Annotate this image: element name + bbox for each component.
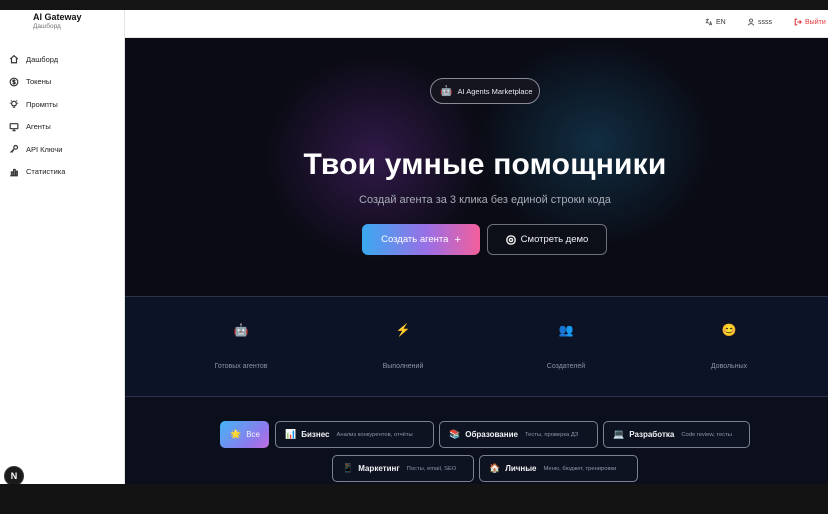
sidebar-item-label: Промпты [26,99,58,109]
app-screen: AI Gateway Дашборд Дашборд Токены Промпт… [0,0,828,514]
sidebar: AI Gateway Дашборд Дашборд Токены Промпт… [0,10,125,486]
sidebar-item-label: Дашборд [26,54,59,64]
category-description: Тесты, проверка ДЗ [524,431,579,438]
category-chip-education[interactable]: 📚 Образование Тесты, проверка ДЗ [439,421,598,448]
watch-demo-label: Смотреть демо [520,234,589,245]
sidebar-item-dashboard[interactable]: Дашборд [0,48,125,71]
language-label: EN [716,18,726,26]
category-description: Анализ конкурентов, отчёты [336,431,413,438]
category-chip-development[interactable]: 💻 Разработка Code review, тесты [603,421,750,448]
robot-icon: 🤖 [440,85,453,97]
monitor-icon [9,122,19,131]
stat-creators: 👥 Создателей [506,297,626,397]
category-name: Личные [505,464,537,473]
key-icon [10,145,19,154]
dollar-icon [9,77,19,87]
plus-icon: + [454,233,461,246]
sidebar-item-label: Токены [26,77,52,87]
create-agent-label: Создать агента [381,234,449,245]
smile-icon: 😊 [721,323,737,337]
sidebar-item-prompts[interactable]: Промпты [0,93,125,116]
brand-subtitle: Дашборд [33,23,61,30]
hero-subtitle: Создай агента за 3 клика без единой стро… [359,194,611,206]
lightning-icon: ⚡ [395,323,411,337]
bottom-frame [0,484,828,514]
category-chip-all[interactable]: 🌟 Все [220,421,269,448]
category-name: Разработка [629,430,675,439]
stat-label: Готовых агентов [214,363,268,370]
logout-label: Выйти [805,18,826,26]
next-dev-indicator-button[interactable]: N [4,466,24,486]
user-icon [747,18,755,26]
stat-satisfied: 😊 Довольных [669,297,789,397]
sidebar-item-label: API Ключи [26,144,63,154]
sidebar-item-statistics[interactable]: Статистика [0,161,125,184]
category-chip-business[interactable]: 📊 Бизнес Анализ конкурентов, отчёты [275,421,434,448]
username: ssss [758,18,772,26]
category-description: Посты, email, SEO [406,465,457,472]
sidebar-item-label: Агенты [26,122,51,132]
people-icon: 👥 [558,323,574,337]
top-header: EN ssss Выйти [125,10,828,38]
sidebar-item-api-keys[interactable]: API Ключи [0,138,125,161]
categories-section: 🌟 Все 📊 Бизнес Анализ конкурентов, отчёт… [125,397,828,484]
watch-demo-button[interactable]: Смотреть демо [487,224,607,255]
chart-icon: 📊 [285,429,297,439]
category-description: Code review, тесты [681,431,732,438]
star-icon: 🌟 [230,429,242,439]
play-circle-icon [505,234,516,245]
laptop-icon: 💻 [613,429,625,439]
category-name: Образование [465,430,518,439]
category-name: Маркетинг [358,464,400,473]
user-menu[interactable]: ssss [747,18,772,26]
hero-title: Твои умные помощники [303,148,667,181]
home-icon [9,55,19,64]
stat-label: Выполнений [382,363,424,370]
sidebar-nav: Дашборд Токены Промпты Агенты API Ключи … [0,48,125,183]
category-chip-personal[interactable]: 🏠 Личные Меню, бюджет, тренировки [479,455,638,482]
books-icon: 📚 [449,429,461,439]
logout-button[interactable]: Выйти [794,18,826,26]
sidebar-item-tokens[interactable]: Токены [0,71,125,94]
phone-icon: 📱 [342,463,354,473]
category-name: Бизнес [301,430,330,439]
marketplace-badge: 🤖 AI Agents Marketplace [430,78,540,104]
badge-label: AI Agents Marketplace [457,86,533,96]
stat-label: Создателей [546,363,586,370]
stats-section: 🤖 Готовых агентов ⚡ Выполнений 👥 Создате… [125,296,828,397]
brand: AI Gateway Дашборд [33,12,82,30]
house-icon: 🏠 [489,463,501,473]
hero-section: 🤖 AI Agents Marketplace Твои умные помощ… [125,38,828,296]
sidebar-item-label: Статистика [26,167,66,177]
brand-title: AI Gateway [33,12,82,22]
stat-label: Довольных [710,363,748,370]
top-frame [0,0,828,10]
translate-icon [705,18,713,26]
logout-icon [794,18,802,26]
bar-chart-icon [10,168,18,177]
category-description: Меню, бюджет, тренировки [543,465,617,472]
language-switcher[interactable]: EN [705,18,726,26]
robot-icon: 🤖 [233,323,249,337]
category-name: Все [246,430,261,439]
stat-executions: ⚡ Выполнений [343,297,463,397]
category-chip-marketing[interactable]: 📱 Маркетинг Посты, email, SEO [332,455,474,482]
sidebar-item-agents[interactable]: Агенты [0,116,125,139]
lightbulb-icon [9,100,19,108]
stat-ready-agents: 🤖 Готовых агентов [181,297,301,397]
create-agent-button[interactable]: Создать агента + [362,224,480,255]
